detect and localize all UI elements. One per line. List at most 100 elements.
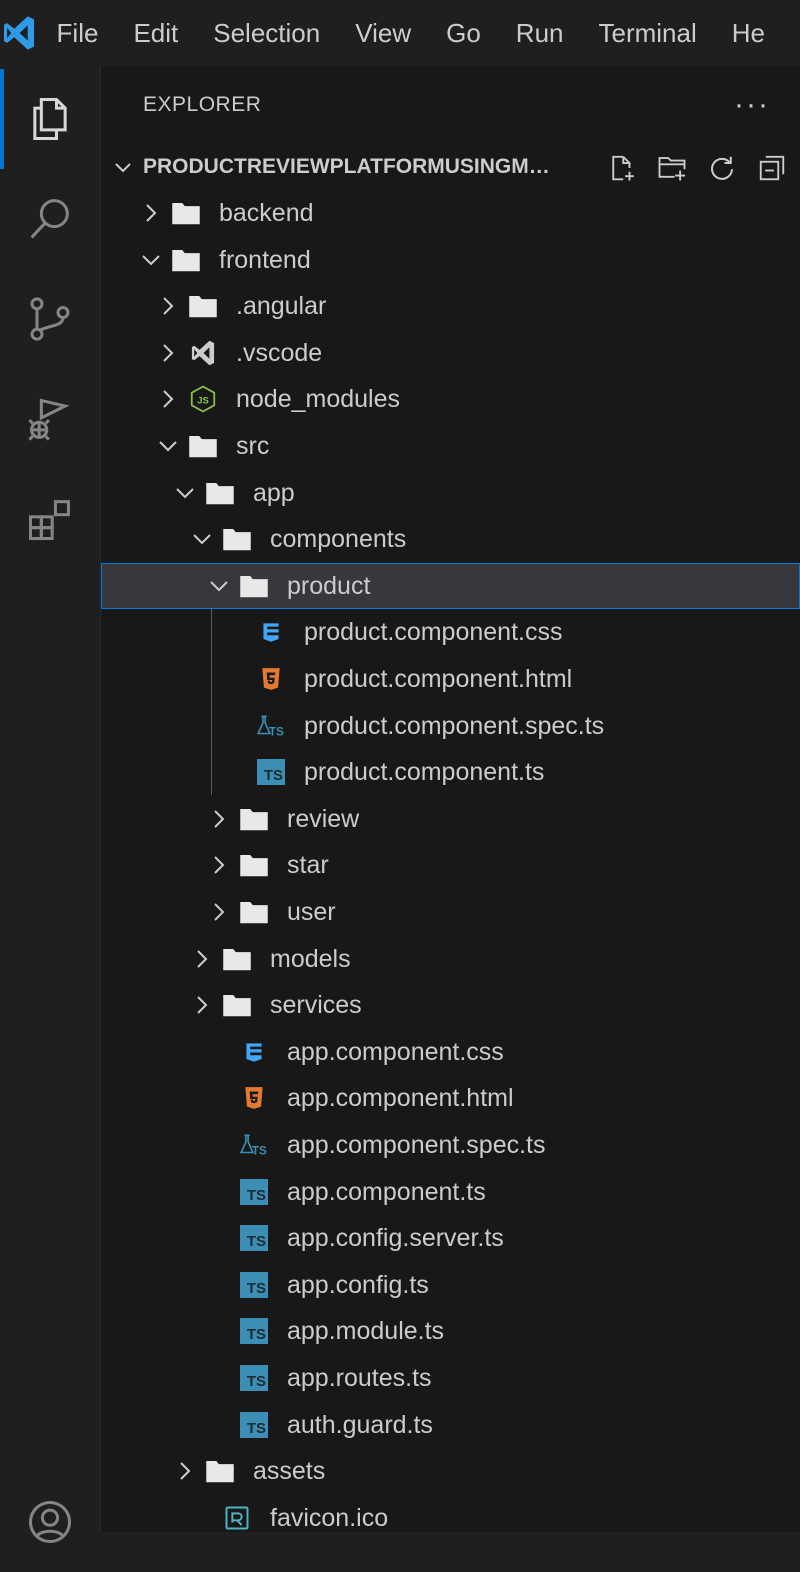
chevron-right-icon [163,297,174,315]
vscode-folder-icon [188,339,218,367]
folder-icon [188,432,218,460]
tree-item-label: services [270,991,362,1019]
source-control-icon [30,297,70,341]
more-actions-button[interactable]: ··· [734,90,770,120]
source-control-activity-button[interactable] [0,269,100,369]
refresh-button[interactable] [704,150,740,186]
new-file-icon [612,155,634,181]
menu-selection[interactable]: Selection [213,0,320,66]
menu-go[interactable]: Go [446,0,481,66]
file-row-app-config-ts[interactable]: TS app.config.ts [101,1262,800,1308]
account-icon [28,1500,72,1544]
tree-item-label: review [287,805,360,833]
chevron-down-icon [176,488,194,499]
folder-row-review[interactable]: review [101,796,800,842]
typescript-file-icon: TS [239,1317,269,1345]
file-row-auth-guard-ts[interactable]: TS auth.guard.ts [101,1402,800,1448]
file-row-app-config-server-ts[interactable]: TS app.config.server.ts [101,1215,800,1261]
file-row-product-component-html[interactable]: product.component.html [101,656,800,702]
tree-item-label: components [270,525,407,553]
folder-row-models[interactable]: models [101,936,800,982]
collapse-all-button[interactable] [754,150,790,186]
chevron-down-icon [159,441,177,452]
explorer-sidebar: EXPLORER ··· PRODUCTREVIEWPLATFORMUSINGM… [101,66,800,1532]
folder-row-node-modules[interactable]: JS node_modules [101,376,800,422]
tree-item-label: app.component.css [287,1038,504,1066]
menu-bar: File Edit Selection View Go Run Terminal… [0,0,800,66]
workspace-root-title: PRODUCTREVIEWPLATFORMUSINGME... [143,155,553,178]
file-row-app-routes-ts[interactable]: TS app.routes.ts [101,1355,800,1401]
search-activity-button[interactable] [0,169,100,269]
folder-row-star[interactable]: star [101,842,800,888]
menu-run[interactable]: Run [516,0,564,66]
tree-item-label: product.component.spec.ts [304,712,605,740]
file-row-app-component-ts[interactable]: TS app.component.ts [101,1169,800,1215]
folder-row-components[interactable]: components [101,516,800,562]
file-row-product-component-ts[interactable]: TS product.component.ts [101,749,800,795]
activity-bar [0,66,101,1544]
tree-item-label: app.config.server.ts [287,1224,504,1252]
folder-icon [188,292,218,320]
tree-item-label: product [287,572,371,600]
search-icon [30,199,69,239]
chevron-down-icon [193,534,211,545]
menu-terminal[interactable]: Terminal [599,0,697,66]
new-folder-button[interactable] [654,150,690,186]
typescript-file-icon: TS [256,758,286,786]
tree-item-label: app [253,479,295,507]
tree-item-label: app.component.spec.ts [287,1131,546,1159]
folder-row-angular[interactable]: .angular [101,283,800,329]
explorer-header: EXPLORER ··· [101,66,800,144]
run-debug-activity-button[interactable] [0,369,100,469]
folder-icon [222,525,252,553]
folder-row-services[interactable]: services [101,982,800,1028]
svg-text:TS: TS [269,726,284,739]
typescript-file-icon: TS [239,1178,269,1206]
folder-row-assets[interactable]: assets [101,1448,800,1494]
extensions-activity-button[interactable] [0,469,100,569]
folder-icon [222,991,252,1019]
tree-item-label: star [287,851,329,879]
folder-icon [222,945,252,973]
explorer-actions [604,150,790,186]
file-row-product-component-spec-ts[interactable]: TS product.component.spec.ts [101,703,800,749]
file-row-app-component-spec-ts[interactable]: TS app.component.spec.ts [101,1122,800,1168]
chevron-right-icon [146,204,157,222]
chevron-right-icon [197,950,208,968]
folder-row-vscode[interactable]: .vscode [101,330,800,376]
chevron-right-icon [163,344,174,362]
tree-item-label: product.component.ts [304,758,545,786]
menu-view[interactable]: View [355,0,411,66]
folder-row-src[interactable]: src [101,423,800,469]
chevron-down-icon [210,581,228,592]
folder-icon [239,572,269,600]
folder-row-product[interactable]: product [101,563,800,609]
file-row-app-component-css[interactable]: app.component.css [101,1029,800,1075]
tree-item-label: backend [219,199,314,227]
tree-item-label: favicon.ico [270,1504,389,1532]
svg-text:JS: JS [197,395,208,405]
chevron-right-icon [214,856,225,874]
file-row-product-component-css[interactable]: product.component.css [101,609,800,655]
test-file-icon: TS [256,712,286,740]
menu-edit[interactable]: Edit [133,0,178,66]
workspace-root-row[interactable]: PRODUCTREVIEWPLATFORMUSINGME... [101,144,800,190]
typescript-file-icon: TS [239,1271,269,1299]
new-file-button[interactable] [604,150,640,186]
file-row-app-module-ts[interactable]: TS app.module.ts [101,1308,800,1354]
tree-item-label: .vscode [236,339,323,367]
folder-row-frontend[interactable]: frontend [101,237,800,283]
menu-help[interactable]: He [732,0,765,66]
folder-row-app[interactable]: app [101,470,800,516]
folder-row-backend[interactable]: backend [101,190,800,236]
tree-item-label: app.component.ts [287,1178,486,1206]
file-row-favicon-ico[interactable]: favicon.ico [101,1495,800,1532]
accounts-activity-button[interactable] [0,1472,100,1572]
refresh-icon [711,156,733,180]
explorer-activity-button[interactable] [0,69,100,169]
menu-file[interactable]: File [57,0,99,66]
folder-row-user[interactable]: user [101,889,800,935]
folder-icon [239,805,269,833]
file-row-app-component-html[interactable]: app.component.html [101,1075,800,1121]
test-file-icon: TS [239,1131,269,1159]
